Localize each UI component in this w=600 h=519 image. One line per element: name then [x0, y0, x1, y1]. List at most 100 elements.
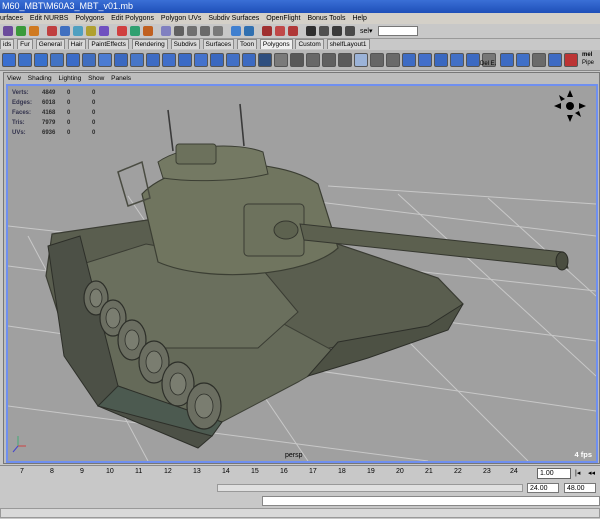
sew-uv-icon[interactable] [548, 53, 562, 67]
select-component-icon[interactable] [29, 26, 39, 36]
shelf-tabs: ids Fur General Hair PaintEffects Render… [0, 39, 600, 50]
poly-torus-icon[interactable] [82, 53, 96, 67]
ipr-render-icon[interactable] [275, 26, 285, 36]
snap-view-plane-icon[interactable] [213, 26, 223, 36]
menu-subdiv-surfaces[interactable]: Subdiv Surfaces [208, 15, 259, 22]
extrude-edge-icon[interactable] [354, 53, 368, 67]
render-frame-icon[interactable] [262, 26, 272, 36]
3d-viewport[interactable]: Verts: 4849 0 0 Edges: 6018 0 0 Faces: 4… [6, 84, 598, 463]
tab-custom[interactable]: Custom [295, 39, 324, 49]
input-line-icon[interactable] [306, 26, 316, 36]
extrude-face-icon[interactable] [338, 53, 352, 67]
tab-rendering[interactable]: Rendering [131, 39, 168, 49]
select-object-icon[interactable] [16, 26, 26, 36]
panel-menu-show[interactable]: Show [88, 75, 104, 82]
tab-fur[interactable]: Fur [17, 39, 33, 49]
mirror-icon[interactable] [178, 53, 192, 67]
menu-edit-nurbs[interactable]: Edit NURBS [30, 15, 69, 22]
unfold-icon[interactable] [532, 53, 546, 67]
panel-menu-lighting[interactable]: Lighting [58, 75, 81, 82]
snap-curve-icon[interactable] [187, 26, 197, 36]
select-misc-icon[interactable] [161, 26, 171, 36]
poly-cube-icon[interactable] [18, 53, 32, 67]
menu-openflight[interactable]: OpenFlight [266, 15, 300, 22]
cylindrical-map-icon[interactable] [434, 53, 448, 67]
menu-help[interactable]: Help [352, 15, 366, 22]
select-dynamics-icon[interactable] [130, 26, 140, 36]
tab-toon[interactable]: Toon [236, 39, 258, 49]
poly-sphere-icon[interactable] [2, 53, 16, 67]
quick-select-input[interactable] [378, 26, 418, 36]
command-input[interactable] [262, 496, 600, 506]
channel-box-icon[interactable] [332, 26, 342, 36]
poly-plane-icon[interactable] [66, 53, 80, 67]
snap-grid-icon[interactable] [174, 26, 184, 36]
layout-uvs-icon[interactable] [500, 53, 514, 67]
select-hierarchy-icon[interactable] [3, 26, 13, 36]
select-deformations-icon[interactable] [117, 26, 127, 36]
merge-vertices-icon[interactable] [290, 53, 304, 67]
split-polygon-icon[interactable] [258, 53, 272, 67]
menu-surfaces[interactable]: urfaces [0, 15, 23, 22]
attribute-editor-icon[interactable] [319, 26, 329, 36]
tab-surfaces[interactable]: Surfaces [202, 39, 235, 49]
bevel-icon[interactable] [370, 53, 384, 67]
checker-icon[interactable] [274, 53, 288, 67]
combine-icon[interactable] [98, 53, 112, 67]
delete-edge-icon[interactable] [322, 53, 336, 67]
rewind-icon[interactable]: ◂◂ [588, 469, 595, 477]
tab-general[interactable]: General [35, 39, 65, 49]
panel-menu-view[interactable]: View [7, 75, 21, 82]
separate-icon[interactable] [114, 53, 128, 67]
select-handles-icon[interactable] [60, 26, 70, 36]
boolean-icon[interactable] [162, 53, 176, 67]
construction-history-icon[interactable] [244, 26, 254, 36]
auto-map-icon[interactable] [466, 53, 480, 67]
tab-shelflayout1[interactable]: shelfLayout1 [326, 39, 370, 49]
select-curves-icon[interactable] [86, 26, 96, 36]
snap-point-icon[interactable] [200, 26, 210, 36]
planar-map-icon[interactable] [418, 53, 432, 67]
history-icon[interactable] [231, 26, 241, 36]
quick-select-label[interactable]: sel▾ [360, 27, 372, 35]
wedge-icon[interactable] [386, 53, 400, 67]
frame-tick: 21 [425, 468, 433, 475]
normalize-uvs-icon[interactable] [516, 53, 530, 67]
tab-subdivs[interactable]: Subdivs [170, 39, 200, 49]
collapse-icon[interactable] [306, 53, 320, 67]
hud-row-edges: Edges: 6018 0 0 [12, 98, 117, 108]
mask-icon[interactable] [47, 26, 57, 36]
triangulate-icon[interactable] [226, 53, 240, 67]
extract-icon[interactable] [130, 53, 144, 67]
reduce-icon[interactable] [194, 53, 208, 67]
panel-menu-shading[interactable]: Shading [28, 75, 52, 82]
animation-end-field[interactable]: 48.00 [564, 483, 596, 493]
playback-end-field[interactable]: 24.00 [527, 483, 559, 493]
current-frame-field[interactable]: 1.00 [537, 468, 571, 479]
select-surfaces-icon[interactable] [99, 26, 109, 36]
quadrangulate-icon[interactable] [242, 53, 256, 67]
range-bar[interactable] [217, 484, 523, 492]
menu-bonus-tools[interactable]: Bonus Tools [307, 15, 345, 22]
tab-painteffects[interactable]: PaintEffects [88, 39, 129, 49]
mel-script-icon[interactable] [564, 53, 578, 67]
menu-polygons[interactable]: Polygons [75, 15, 104, 22]
smooth-icon[interactable] [146, 53, 160, 67]
menu-polygon-uvs[interactable]: Polygon UVs [161, 15, 201, 22]
tab-ids[interactable]: ids [0, 39, 15, 49]
tab-hair[interactable]: Hair [67, 39, 86, 49]
uv-editor-icon[interactable] [402, 53, 416, 67]
tool-settings-icon[interactable] [345, 26, 355, 36]
spherical-map-icon[interactable] [450, 53, 464, 67]
poly-cylinder-icon[interactable] [34, 53, 48, 67]
step-back-icon[interactable]: |◂ [575, 469, 580, 477]
select-rendering-icon[interactable] [143, 26, 153, 36]
render-globals-icon[interactable] [288, 26, 298, 36]
poly-cone-icon[interactable] [50, 53, 64, 67]
panel-menu-panels[interactable]: Panels [111, 75, 131, 82]
menu-edit-polygons[interactable]: Edit Polygons [111, 15, 154, 22]
tab-polygons[interactable]: Polygons [259, 39, 293, 49]
cleanup-icon[interactable] [210, 53, 224, 67]
time-slider[interactable]: 7 8 9 10 11 12 13 14 15 16 17 18 19 20 2… [0, 465, 600, 482]
select-joints-icon[interactable] [73, 26, 83, 36]
